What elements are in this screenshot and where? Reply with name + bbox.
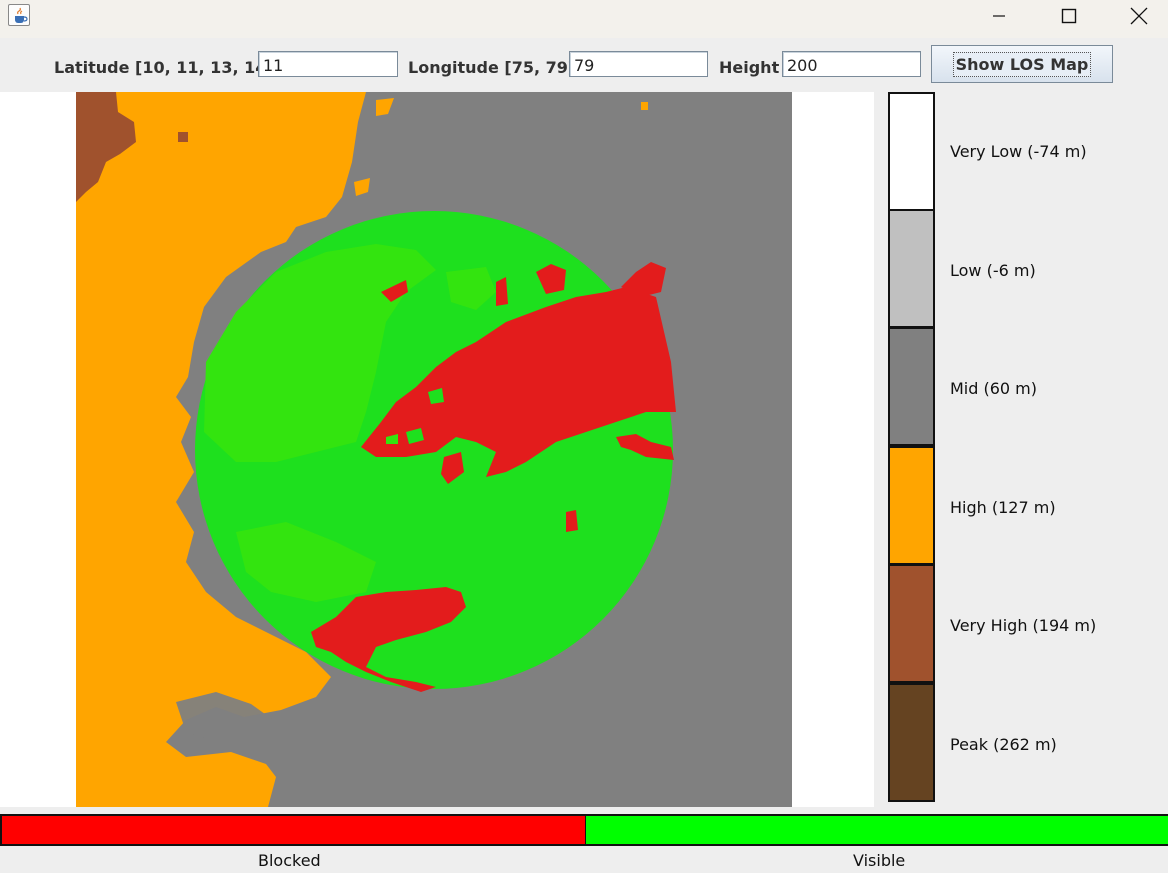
legend-swatch-mid xyxy=(888,327,935,446)
show-los-map-button[interactable]: Show LOS Map xyxy=(931,45,1113,83)
legend-swatch-very-low xyxy=(888,92,935,211)
elevation-legend: Very Low (-74 m) Low (-6 m) Mid (60 m) H… xyxy=(888,92,1168,804)
app-window: Latitude [10, 11, 13, 14] Longitude [75,… xyxy=(0,0,1168,873)
title-bar xyxy=(0,0,1168,38)
blocked-label: Blocked xyxy=(258,851,321,870)
close-icon xyxy=(1130,7,1148,25)
legend-label-low: Low (-6 m) xyxy=(950,261,1036,280)
legend-label-peak: Peak (262 m) xyxy=(950,735,1057,754)
maximize-icon xyxy=(1061,8,1077,24)
minimize-icon xyxy=(993,15,1005,17)
longitude-input[interactable] xyxy=(569,51,708,77)
map-panel xyxy=(0,92,874,807)
maximize-button[interactable] xyxy=(1046,0,1092,32)
java-cup-icon[interactable] xyxy=(8,4,30,26)
toolbar: Latitude [10, 11, 13, 14] Longitude [75,… xyxy=(0,38,1168,92)
legend-label-mid: Mid (60 m) xyxy=(950,379,1038,398)
minimize-button[interactable] xyxy=(976,0,1022,32)
visible-color-bar xyxy=(585,814,1168,846)
legend-swatch-very-high xyxy=(888,564,935,683)
latitude-input[interactable] xyxy=(258,51,398,77)
legend-label-high: High (127 m) xyxy=(950,498,1056,517)
close-button[interactable] xyxy=(1116,0,1162,32)
legend-swatch-high xyxy=(888,446,935,565)
latitude-label: Latitude [10, 11, 13, 14] xyxy=(54,58,274,77)
legend-swatch-peak xyxy=(888,683,935,802)
height-input[interactable] xyxy=(782,51,921,77)
los-status-bar xyxy=(0,814,1168,846)
show-los-map-label: Show LOS Map xyxy=(952,51,1092,77)
height-label: Height xyxy=(719,58,780,77)
legend-swatch-low xyxy=(888,209,935,328)
blocked-color-bar xyxy=(0,814,586,846)
legend-label-very-high: Very High (194 m) xyxy=(950,616,1097,635)
visible-label: Visible xyxy=(853,851,906,870)
longitude-label: Longitude [75, 79] xyxy=(408,58,576,77)
los-map[interactable] xyxy=(76,92,792,807)
legend-label-very-low: Very Low (-74 m) xyxy=(950,142,1087,161)
